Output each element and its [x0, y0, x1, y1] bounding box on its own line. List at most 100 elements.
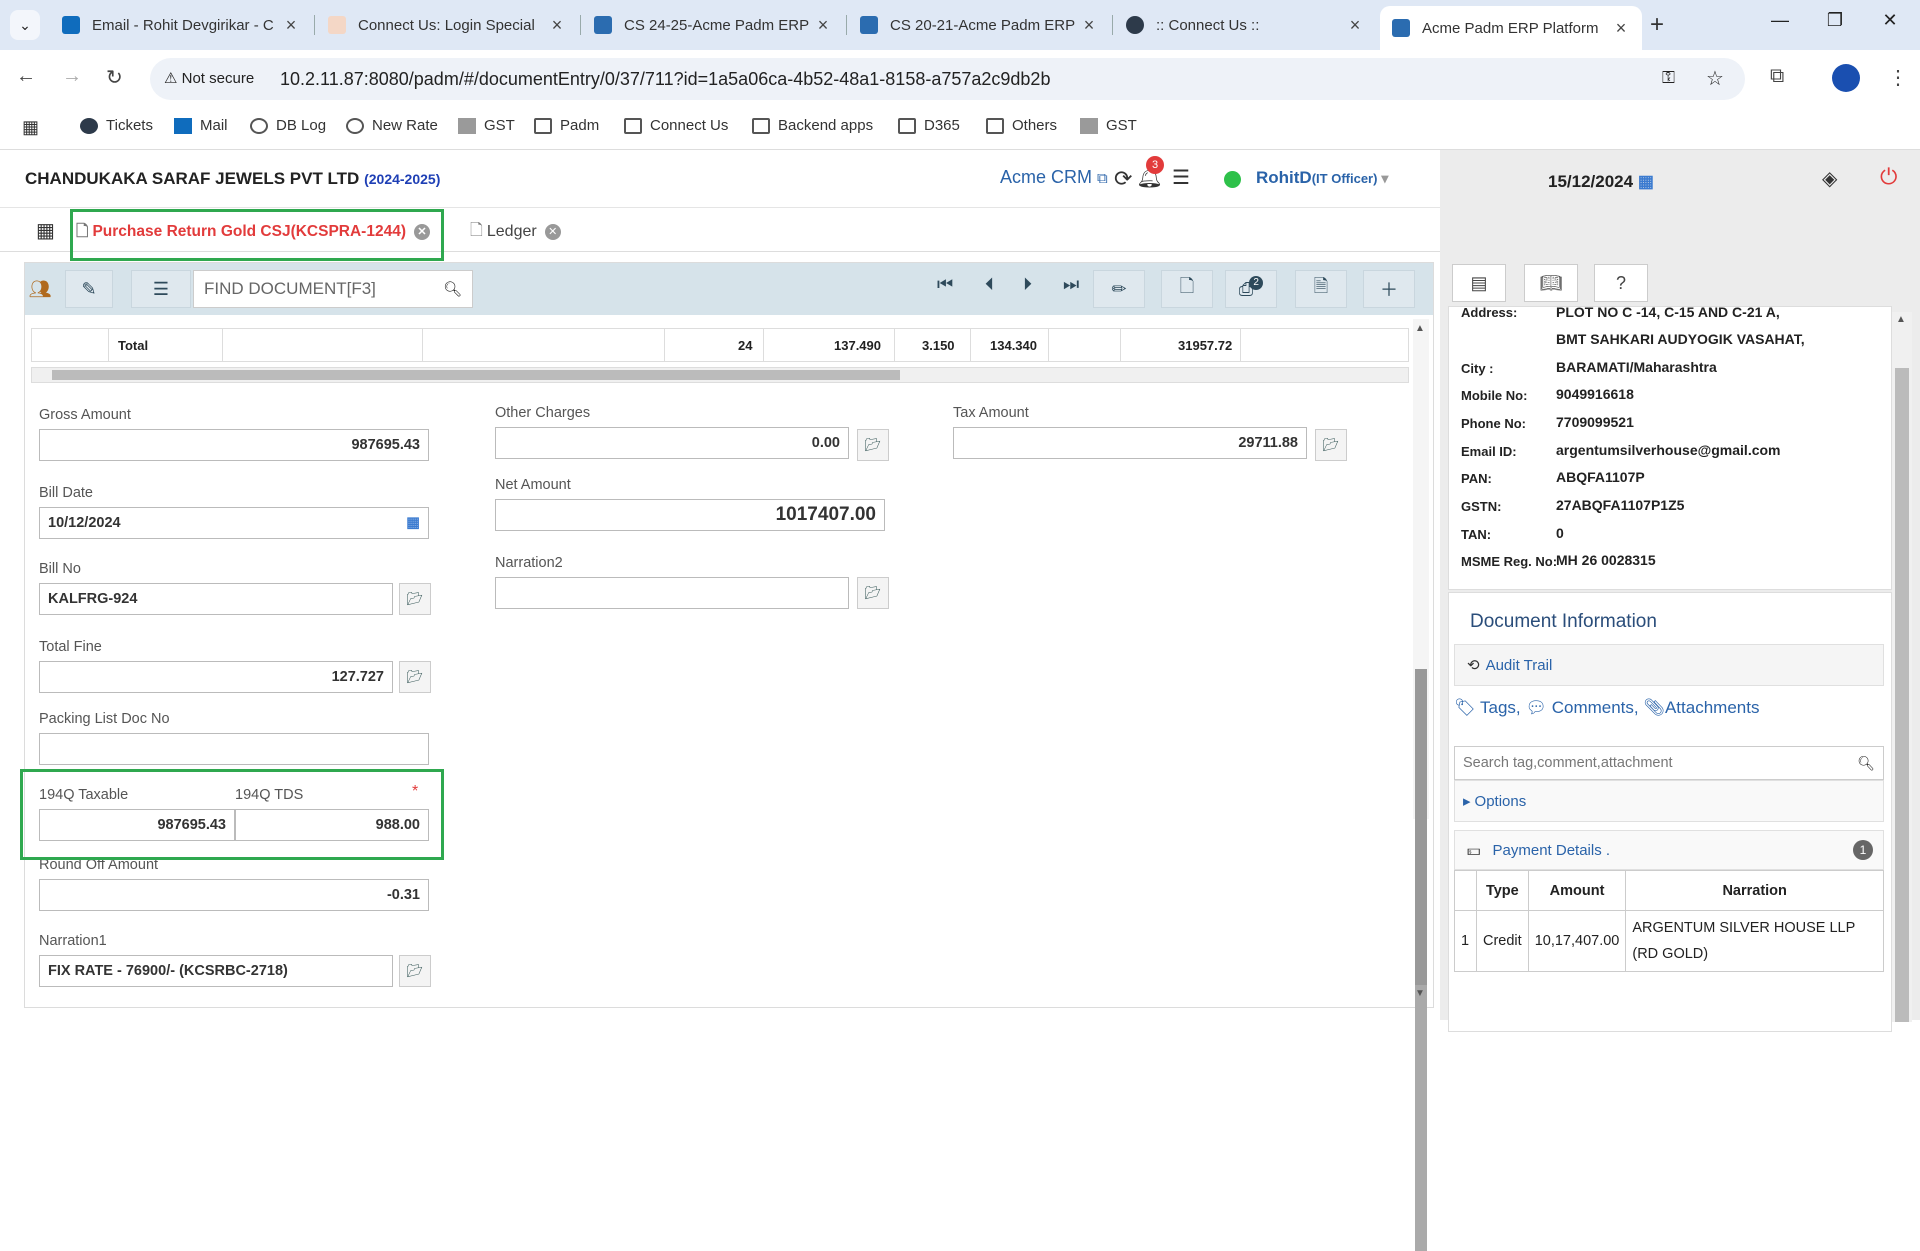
minimize-icon[interactable]: —	[1760, 10, 1800, 31]
bookmark-gst-2[interactable]: GST	[1080, 117, 1137, 134]
folder-open-icon[interactable]: 📂︎	[399, 955, 431, 987]
other-charges-field[interactable]: 0.00	[495, 427, 849, 459]
close-icon[interactable]: ×	[814, 15, 832, 36]
close-icon[interactable]: ×	[282, 15, 300, 36]
gross-amount-field[interactable]: 987695.43	[39, 429, 429, 461]
tab-search-button[interactable]: ⌄	[10, 10, 40, 40]
list-panel-button[interactable]: ▤	[1452, 264, 1506, 302]
key-icon[interactable]: ⚿	[1662, 68, 1675, 88]
address-bar[interactable]: ⚠ Not secure 10.2.11.87:8080/padm/#/docu…	[150, 58, 1745, 100]
next-record-icon[interactable]: ⏵	[1023, 274, 1032, 295]
new-tab-button[interactable]: +	[1650, 11, 1664, 39]
scrollbar-thumb[interactable]	[1895, 368, 1909, 1022]
attachments-link[interactable]: 📎︎Attachments	[1643, 698, 1759, 717]
security-indicator[interactable]: ⚠ Not secure	[164, 69, 254, 87]
close-window-icon[interactable]: ✕	[1870, 10, 1910, 31]
bookmark-db-log[interactable]: DB Log	[250, 117, 326, 134]
extensions-icon[interactable]: ⧉	[1770, 65, 1784, 88]
bookmark-d365[interactable]: D365	[898, 117, 960, 134]
users-icon[interactable]: 👥︎	[25, 270, 55, 308]
scrollbar-thumb[interactable]	[52, 370, 900, 380]
last-record-icon[interactable]: ⏭	[1063, 274, 1079, 295]
user-menu[interactable]: RohitD(IT Officer) ▾	[1256, 168, 1388, 188]
browser-tab-connect-login[interactable]: Connect Us: Login Special ×	[316, 8, 578, 42]
server-icon[interactable]: ☰	[1172, 165, 1190, 190]
list-view-button[interactable]: ☰	[131, 270, 191, 308]
forward-icon[interactable]: →	[62, 65, 82, 88]
scroll-down-icon[interactable]: ▼	[1415, 988, 1425, 999]
current-date[interactable]: 15/12/2024 ▦	[1548, 172, 1654, 192]
net-amount-field[interactable]: 1017407.00	[495, 499, 885, 531]
folder-open-icon[interactable]: 📂︎	[1315, 429, 1347, 461]
close-icon[interactable]: ×	[1346, 15, 1364, 36]
bookmark-new-rate[interactable]: New Rate	[346, 117, 438, 134]
comments-link[interactable]: 💬︎ Comments,	[1525, 698, 1638, 717]
print-button[interactable]: ⎙ 2	[1225, 270, 1277, 308]
bookmark-gst[interactable]: GST	[458, 117, 515, 134]
close-icon[interactable]: ×	[548, 15, 566, 36]
tab-ledger[interactable]: 🗋︎ Ledger ✕	[470, 216, 561, 248]
total-fine-field[interactable]: 127.727	[39, 661, 393, 693]
menu-icon[interactable]: ⋮	[1888, 65, 1908, 90]
doc-info-search-input[interactable]: Search tag,comment,attachment 🔍︎	[1454, 746, 1884, 780]
grid-menu-icon[interactable]: ▦	[36, 218, 55, 243]
browser-tab-cs2425[interactable]: CS 24-25-Acme Padm ERP ×	[582, 8, 844, 42]
search-icon[interactable]: 🔍︎	[443, 280, 462, 298]
calendar-icon[interactable]: ▦	[406, 515, 420, 531]
book-panel-button[interactable]: 📖︎	[1524, 264, 1578, 302]
edit-button[interactable]: ✏	[1093, 270, 1145, 308]
browser-tab-acme-erp[interactable]: Acme Padm ERP Platform ×	[1380, 6, 1642, 50]
bill-date-field[interactable]: 10/12/2024 ▦	[39, 507, 429, 539]
payment-details-header[interactable]: 💵︎ Payment Details . 1	[1454, 830, 1884, 870]
bookmark-connect-us[interactable]: Connect Us	[624, 117, 728, 134]
packing-list-field[interactable]	[39, 733, 429, 765]
edit-note-button[interactable]: ✎	[65, 270, 113, 308]
back-icon[interactable]: ←	[16, 65, 36, 88]
bill-no-field[interactable]: KALFRG-924	[39, 583, 393, 615]
crm-link[interactable]: Acme CRM ⧉	[1000, 167, 1108, 188]
restore-icon[interactable]: ❐	[1815, 10, 1855, 31]
table-row[interactable]: 1 Credit 10,17,407.00 ARGENTUM SILVER HO…	[1454, 910, 1884, 972]
close-icon[interactable]: ✕	[544, 224, 561, 240]
folder-open-icon[interactable]: 📂︎	[857, 429, 889, 461]
scroll-up-icon[interactable]: ▲	[1415, 323, 1425, 334]
apps-grid-icon[interactable]: ▦	[22, 117, 39, 138]
help-button[interactable]: ?	[1594, 264, 1648, 302]
narration1-field[interactable]: FIX RATE - 76900/- (KCSRBC-2718)	[39, 955, 393, 987]
sync-icon[interactable]: ⟳	[1114, 166, 1132, 192]
narration2-field[interactable]	[495, 577, 849, 609]
url-text[interactable]: 10.2.11.87:8080/padm/#/documentEntry/0/3…	[280, 69, 1050, 90]
document-button[interactable]: 🗎︎	[1295, 270, 1347, 308]
reload-icon[interactable]: ↻	[106, 65, 123, 90]
folder-open-icon[interactable]: 📂︎	[399, 661, 431, 693]
scroll-up-icon[interactable]: ▲	[1896, 314, 1906, 325]
options-link[interactable]: ▸ Options	[1454, 780, 1884, 822]
bookmark-tickets[interactable]: Tickets	[80, 117, 153, 134]
profile-avatar[interactable]	[1832, 64, 1860, 92]
bookmark-others[interactable]: Others	[986, 117, 1057, 134]
bookmark-mail[interactable]: Mail	[174, 117, 228, 134]
find-document-input[interactable]: FIND DOCUMENT[F3] 🔍︎	[193, 270, 473, 308]
close-icon[interactable]: ×	[1612, 18, 1630, 39]
browser-tab-cs2021[interactable]: CS 20-21-Acme Padm ERP ×	[848, 8, 1110, 42]
browser-tab-connect-us[interactable]: :: Connect Us :: ×	[1114, 8, 1376, 42]
bookmark-padm[interactable]: Padm	[534, 117, 599, 134]
close-icon[interactable]: ×	[1080, 15, 1098, 36]
horizontal-scrollbar[interactable]	[31, 367, 1409, 383]
first-record-icon[interactable]: ⏮	[937, 274, 953, 295]
eye-slash-icon[interactable]: ◈	[1822, 166, 1837, 191]
bookmark-backend-apps[interactable]: Backend apps	[752, 117, 873, 134]
power-icon[interactable]: ⏻	[1880, 164, 1897, 190]
right-panel-scrollbar[interactable]	[1892, 312, 1912, 1022]
delete-document-button[interactable]: 🗋︎	[1161, 270, 1213, 308]
tax-amount-field[interactable]: 29711.88	[953, 427, 1307, 459]
tags-link[interactable]: 🏷︎ Tags,	[1454, 698, 1521, 717]
folder-open-icon[interactable]: 📂︎	[399, 583, 431, 615]
round-off-field[interactable]: -0.31	[39, 879, 429, 911]
audit-trail-link[interactable]: ⟲ Audit Trail	[1454, 644, 1884, 686]
vertical-scrollbar-thumb-main[interactable]	[1415, 669, 1427, 985]
previous-record-icon[interactable]: ⏴	[985, 274, 994, 295]
search-icon[interactable]: 🔍︎	[1857, 755, 1875, 772]
star-icon[interactable]: ☆	[1706, 66, 1724, 91]
add-button[interactable]: ＋	[1363, 270, 1415, 308]
